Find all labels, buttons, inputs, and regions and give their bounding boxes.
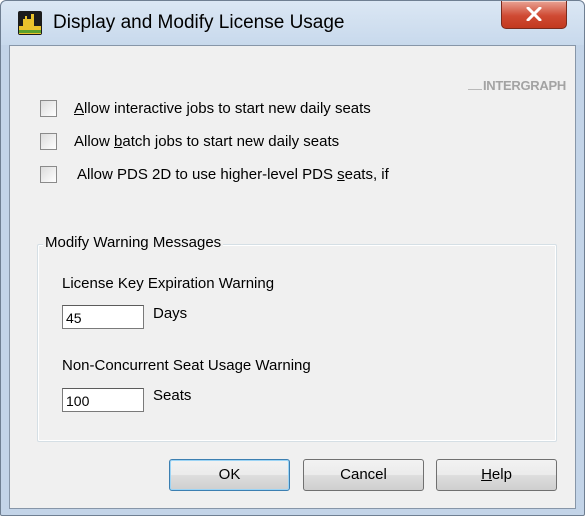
intergraph-logo: INTERGRAPH [483,78,566,93]
batch-jobs-label[interactable]: Allow batch jobs to start new daily seat… [74,133,339,150]
pds2d-label[interactable]: Allow PDS 2D to use higher-level PDS sea… [77,166,389,183]
interactive-jobs-checkbox[interactable] [40,100,57,117]
logo-rule [468,89,482,90]
close-icon [526,7,542,21]
ok-button[interactable]: OK [169,459,290,491]
batch-jobs-checkbox[interactable] [40,133,57,150]
dialog-client-area: INTERGRAPH Allow interactive jobs to sta… [9,45,576,509]
license-key-expiration-label: License Key Expiration Warning [62,275,275,292]
help-label-rest: elp [491,466,512,483]
non-concurrent-seat-label: Non-Concurrent Seat Usage Warning [62,357,311,374]
pds2d-checkbox[interactable] [40,166,57,183]
non-concurrent-seats-input[interactable]: 100 [62,388,144,412]
help-mnemonic: H [481,466,492,483]
license-key-days-input[interactable]: 45 [62,305,144,329]
close-button[interactable] [501,1,567,29]
days-unit-label: Days [153,305,188,322]
help-button[interactable]: Help [436,459,557,491]
interactive-jobs-label[interactable]: Allow interactive jobs to start new dail… [74,100,371,117]
seats-unit-label: Seats [153,387,192,404]
app-icon [18,11,42,35]
warning-messages-groupbox [37,244,557,442]
dialog-window: Display and Modify License Usage INTERGR… [0,0,585,516]
window-title: Display and Modify License Usage [53,12,345,33]
cancel-button[interactable]: Cancel [303,459,424,491]
title-bar[interactable]: Display and Modify License Usage [1,1,584,45]
warning-messages-legend: Modify Warning Messages [43,234,224,251]
